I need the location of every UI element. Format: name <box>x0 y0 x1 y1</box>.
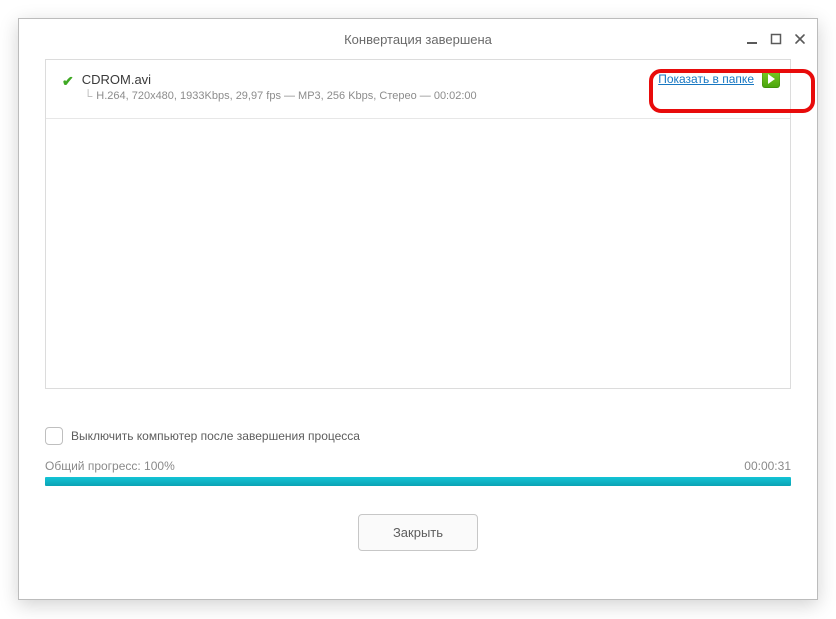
close-icon[interactable] <box>793 32 807 46</box>
shutdown-row: Выключить компьютер после завершения про… <box>45 427 791 445</box>
show-in-folder-link[interactable]: Показать в папке <box>658 72 754 86</box>
overall-progress-label: Общий прогресс: 100% <box>45 459 175 473</box>
play-button[interactable] <box>762 70 780 88</box>
tree-elbow-icon: └ <box>84 90 93 102</box>
maximize-icon[interactable] <box>769 32 783 46</box>
conversion-complete-dialog: Конвертация завершена ✔ CDROM.avi <box>18 18 818 600</box>
elapsed-time: 00:00:31 <box>744 459 791 473</box>
window-title: Конвертация завершена <box>344 32 492 47</box>
file-row-actions: Показать в папке <box>658 70 780 88</box>
titlebar: Конвертация завершена <box>19 19 817 59</box>
success-check-icon: ✔ <box>62 73 74 90</box>
minimize-icon[interactable] <box>745 32 759 46</box>
window-controls <box>745 19 807 59</box>
progress-labels: Общий прогресс: 100% 00:00:31 <box>45 459 791 473</box>
progress-fill <box>45 477 791 486</box>
file-row: ✔ CDROM.avi └ H.264, 720x480, 1933Kbps, … <box>46 60 790 119</box>
file-details: H.264, 720x480, 1933Kbps, 29,97 fps — MP… <box>96 90 476 102</box>
dialog-footer: Выключить компьютер после завершения про… <box>45 409 791 551</box>
progress-bar <box>45 477 791 486</box>
close-button[interactable]: Закрыть <box>358 514 478 551</box>
file-list: ✔ CDROM.avi └ H.264, 720x480, 1933Kbps, … <box>45 59 791 389</box>
shutdown-label: Выключить компьютер после завершения про… <box>71 429 360 443</box>
shutdown-checkbox[interactable] <box>45 427 63 445</box>
